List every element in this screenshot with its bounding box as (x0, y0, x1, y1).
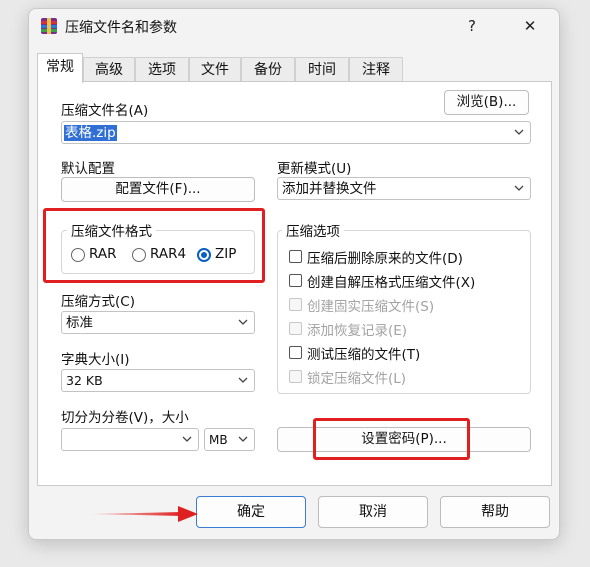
option-checkbox-solid (289, 298, 302, 311)
general-tab-panel: 压缩文件名(A) 浏览(B)... 表格.zip 默认配置 配置文件(F)...… (37, 81, 552, 486)
option-checkbox-delete-after[interactable] (289, 250, 302, 263)
format-radio-rar[interactable] (71, 248, 85, 262)
option-label-lock: 锁定压缩文件(L) (307, 371, 407, 387)
archive-name-combobox[interactable]: 表格.zip (61, 121, 531, 144)
format-label-rar4: RAR4 (150, 246, 187, 262)
compression-method-select[interactable]: 标准 (61, 311, 255, 334)
dict-size-label: 字典大小(I) (61, 352, 130, 368)
tab-general[interactable]: 常规 (37, 53, 83, 83)
archive-format-title: 压缩文件格式 (67, 220, 156, 240)
chevron-down-icon (514, 185, 524, 191)
tab-advanced[interactable]: 高级 (83, 57, 135, 82)
default-profile-label: 默认配置 (61, 161, 115, 177)
option-label-delete-after: 压缩后删除原来的文件(D) (307, 251, 463, 267)
split-size-combobox[interactable] (61, 428, 199, 451)
help-button[interactable]: 帮助 (440, 496, 550, 528)
chevron-down-icon (238, 319, 248, 325)
option-checkbox-sfx[interactable] (289, 274, 302, 287)
archive-name-label: 压缩文件名(A) (61, 103, 149, 119)
tab-files[interactable]: 文件 (189, 57, 241, 82)
annotation-arrow-icon (90, 506, 198, 522)
split-volume-label: 切分为分卷(V)，大小 (61, 410, 189, 426)
chevron-down-icon (514, 129, 524, 135)
option-checkbox-lock (289, 370, 302, 383)
tab-time[interactable]: 时间 (295, 57, 349, 82)
window-title: 压缩文件名和参数 (65, 20, 177, 36)
update-mode-value: 添加并替换文件 (282, 181, 377, 197)
option-checkbox-test[interactable] (289, 346, 302, 359)
tab-options[interactable]: 选项 (135, 57, 189, 82)
winrar-app-icon (41, 18, 57, 34)
set-password-button[interactable]: 设置密码(P)... (277, 427, 531, 452)
browse-button[interactable]: 浏览(B)... (444, 90, 529, 115)
option-label-sfx: 创建自解压格式压缩文件(X) (307, 275, 476, 291)
help-title-button[interactable]: ? (457, 15, 487, 37)
archive-settings-dialog: 压缩文件名和参数 ? ✕ 常规 高级 选项 文件 备份 时间 注释 压缩文件名(… (28, 8, 560, 540)
format-radio-rar4[interactable] (132, 248, 146, 262)
compression-method-value: 标准 (66, 315, 93, 331)
split-unit-value: MB (209, 433, 228, 447)
option-label-solid: 创建固实压缩文件(S) (307, 299, 435, 315)
update-mode-select[interactable]: 添加并替换文件 (277, 177, 531, 200)
tab-backup[interactable]: 备份 (241, 57, 295, 82)
compression-method-label: 压缩方式(C) (61, 294, 135, 310)
split-unit-select[interactable]: MB (204, 428, 255, 451)
format-label-zip: ZIP (215, 246, 237, 262)
ok-button[interactable]: 确定 (196, 496, 306, 528)
chevron-down-icon (182, 436, 192, 442)
close-button[interactable]: ✕ (515, 15, 545, 37)
archive-name-value: 表格.zip (64, 125, 117, 141)
compression-options-title: 压缩选项 (282, 220, 344, 240)
title-bar: 压缩文件名和参数 ? ✕ (29, 9, 559, 43)
option-label-test: 测试压缩的文件(T) (307, 347, 421, 363)
update-mode-label: 更新模式(U) (277, 161, 352, 177)
chevron-down-icon (238, 377, 248, 383)
option-label-recovery: 添加恢复记录(E) (307, 323, 408, 339)
cancel-button[interactable]: 取消 (318, 496, 428, 528)
tab-comment[interactable]: 注释 (349, 57, 403, 82)
chevron-down-icon (238, 436, 248, 442)
profile-button[interactable]: 配置文件(F)... (61, 177, 255, 202)
dict-size-select[interactable]: 32 KB (61, 369, 255, 392)
dict-size-value: 32 KB (66, 373, 103, 388)
format-label-rar: RAR (89, 246, 117, 262)
format-radio-zip[interactable] (197, 248, 211, 262)
option-checkbox-recovery (289, 322, 302, 335)
